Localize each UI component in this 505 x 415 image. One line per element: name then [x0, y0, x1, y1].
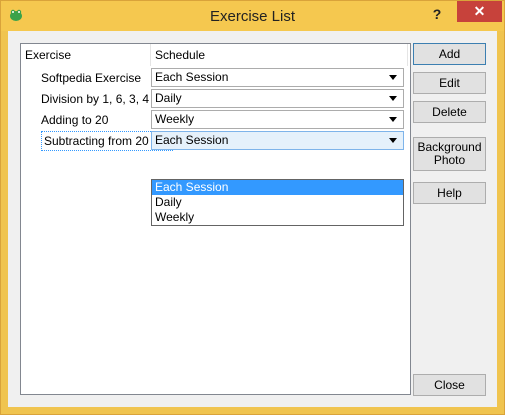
chevron-down-icon[interactable] — [389, 138, 397, 143]
close-button[interactable]: Close — [413, 374, 486, 396]
chevron-down-icon[interactable] — [389, 117, 397, 122]
exercise-list-window: Exercise List ? ✕ Exercise Schedule Soft… — [0, 0, 505, 415]
background-photo-button[interactable]: Background Photo — [413, 137, 486, 171]
close-window-button[interactable]: ✕ — [457, 1, 502, 22]
schedule-value: Each Session — [155, 70, 229, 84]
schedule-combo[interactable]: Each Session — [151, 68, 404, 87]
schedule-value: Each Session — [155, 133, 229, 147]
title-bar[interactable]: Exercise List ? ✕ — [1, 1, 504, 31]
column-header-schedule[interactable]: Schedule — [151, 44, 408, 66]
schedule-value: Weekly — [155, 112, 195, 126]
dropdown-option-weekly[interactable]: Weekly — [152, 210, 403, 225]
dropdown-option-each-session[interactable]: Each Session — [152, 180, 403, 195]
background-photo-label-line1: Background — [417, 140, 482, 154]
chevron-down-icon[interactable] — [389, 75, 397, 80]
chevron-down-icon[interactable] — [389, 96, 397, 101]
help-button[interactable]: Help — [413, 182, 486, 204]
add-button[interactable]: Add — [413, 43, 486, 65]
background-photo-label-line2: Photo — [433, 153, 466, 167]
dialog-client-area: Exercise Schedule Softpedia Exercise Eac… — [8, 31, 497, 407]
column-header-exercise[interactable]: Exercise — [21, 44, 151, 66]
schedule-combo-open[interactable]: Each Session — [151, 131, 404, 150]
edit-button[interactable]: Edit — [413, 72, 486, 94]
schedule-value: Daily — [155, 91, 182, 105]
schedule-combo[interactable]: Weekly — [151, 110, 404, 129]
schedule-dropdown-list: Each Session Daily Weekly — [151, 179, 404, 226]
delete-button[interactable]: Delete — [413, 101, 486, 123]
help-icon[interactable]: ? — [424, 4, 450, 24]
dropdown-option-daily[interactable]: Daily — [152, 195, 403, 210]
schedule-combo[interactable]: Daily — [151, 89, 404, 108]
